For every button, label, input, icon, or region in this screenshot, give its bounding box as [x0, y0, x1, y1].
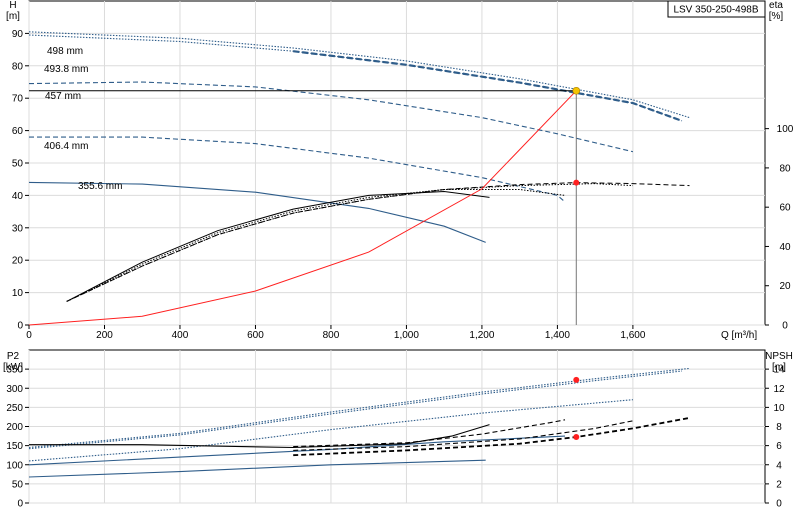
- power-tick-label: 0: [17, 499, 23, 510]
- head-axis-label: H: [9, 0, 16, 11]
- eta-tick-label: 0: [782, 321, 788, 332]
- npsh-tick-label: 12: [773, 384, 785, 395]
- x-tick-label: 400: [172, 330, 189, 341]
- npsh-tick-label: 6: [776, 441, 782, 452]
- head-tick-label: 40: [12, 191, 24, 202]
- impeller-label-493: 493.8 mm: [44, 64, 88, 75]
- power-tick-label: 300: [6, 384, 23, 395]
- operating-point-eta: [573, 179, 580, 186]
- power-axis-unit: [kW]: [3, 362, 23, 373]
- head-tick-label: 80: [12, 61, 24, 72]
- power-tick-label: 100: [6, 460, 23, 471]
- x-tick-label: 0: [26, 330, 32, 341]
- impeller-label-406: 406.4 mm: [44, 141, 88, 152]
- npsh-tick-label: 2: [776, 479, 782, 490]
- power-axis-label: P2: [7, 351, 20, 362]
- power-curve-4: [28, 459, 486, 478]
- eta-tick-label: 80: [779, 163, 791, 174]
- power-curve-1: [28, 370, 683, 450]
- x-tick-label: 1,200: [469, 330, 494, 341]
- head-axis-unit: [m]: [6, 11, 20, 22]
- lower-ticks: 05010015020025030035002468101214: [6, 365, 785, 510]
- x-tick-label: 200: [96, 330, 113, 341]
- head-curve-duty-section: [293, 50, 683, 122]
- impeller-label-498: 498 mm: [47, 46, 83, 57]
- power-tick-label: 50: [12, 479, 24, 490]
- head-tick-label: 90: [12, 29, 24, 40]
- power-tick-label: 200: [6, 422, 23, 433]
- npsh-tick-label: 8: [776, 422, 782, 433]
- impeller-label-457: 457 mm: [45, 91, 81, 102]
- eta-curve-0: [66, 190, 490, 302]
- impeller-label-355: 355.6 mm: [78, 181, 122, 192]
- head-tick-label: 70: [12, 94, 24, 105]
- lower-curves: [28, 367, 690, 478]
- npsh-curve-0: [29, 424, 490, 449]
- npsh-axis-unit: [m]: [772, 362, 786, 373]
- operating-point-power: [573, 376, 580, 383]
- npsh-tick-label: 10: [773, 403, 785, 414]
- power-tick-label: 250: [6, 403, 23, 414]
- power-tick-label: 150: [6, 441, 23, 452]
- npsh-axis-label: NPSH: [765, 351, 793, 362]
- npsh-tick-label: 0: [776, 499, 782, 510]
- head-tick-label: 20: [12, 256, 24, 267]
- eta-tick-label: 60: [779, 203, 791, 214]
- x-tick-label: 800: [323, 330, 340, 341]
- eta-curve-2: [66, 183, 633, 302]
- npsh-curve-3: [293, 417, 690, 457]
- operating-point-head: [572, 86, 581, 95]
- x-tick-label: 1,600: [620, 330, 645, 341]
- upper-ticks: 0 200 400 600 800 1,000 1,200 1,400 1,6000102030…: [12, 29, 794, 341]
- head-tick-label: 60: [12, 126, 24, 137]
- chart-canvas: 0 200 400 600 800 1,000 1,200 1,400 1,6000102030…: [3, 0, 794, 510]
- x-tick-label: 1,000: [394, 330, 419, 341]
- lower-grid: [28, 350, 765, 504]
- eta-axis-unit: [%]: [769, 11, 784, 22]
- eta-tick-label: 20: [779, 281, 791, 292]
- head-tick-label: 0: [17, 321, 23, 332]
- operating-point-npsh: [573, 434, 580, 441]
- eta-curve-1: [66, 189, 566, 302]
- pump-label: LSV 350-250-498B: [673, 5, 758, 16]
- flow-axis-label: Q [m³/h]: [721, 330, 757, 341]
- head-tick-label: 50: [12, 159, 24, 170]
- head-tick-label: 10: [12, 288, 24, 299]
- head-curve-1: [28, 34, 683, 122]
- x-tick-label: 1,400: [545, 330, 570, 341]
- eta-tick-label: 40: [779, 242, 791, 253]
- head-curve-3: [29, 136, 566, 203]
- upper-curves: [28, 31, 690, 326]
- npsh-tick-label: 4: [776, 460, 782, 471]
- head-tick-label: 30: [12, 223, 24, 234]
- eta-tick-label: 100: [777, 124, 794, 135]
- eta-curve-3: [66, 182, 690, 302]
- eta-axis-label: eta: [769, 0, 783, 11]
- x-tick-label: 600: [247, 330, 264, 341]
- head-curve-0: [28, 31, 690, 119]
